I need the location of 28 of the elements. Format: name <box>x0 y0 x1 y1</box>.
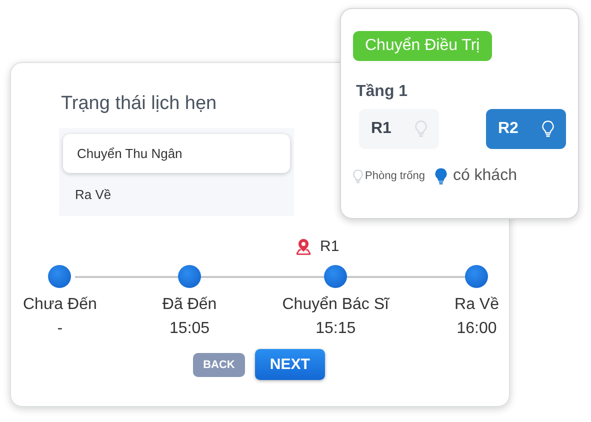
status-option[interactable]: Ra Về <box>63 183 290 206</box>
step-time: 15:05 <box>170 319 210 339</box>
location-label: R1 <box>320 238 340 255</box>
step-time: 16:00 <box>456 319 497 339</box>
light-bulb-icon <box>415 120 427 138</box>
step-label: Chuyển Bác Sĩ <box>282 295 389 315</box>
step-label: Ra Về <box>454 295 499 315</box>
floor-label: Tầng 1 <box>356 83 409 101</box>
room-name: R2 <box>498 120 518 138</box>
step-label: Chưa Đến <box>23 295 97 315</box>
step-time: 15:15 <box>316 319 356 339</box>
next-button[interactable]: NEXT <box>254 349 325 380</box>
step-dot <box>324 265 348 288</box>
step-dot <box>178 265 202 288</box>
status-tag: Chuyển Điều Trị <box>353 31 492 61</box>
step-time: - <box>57 319 63 339</box>
card-title: Trạng thái lịch hẹn <box>61 93 218 115</box>
legend-label: Phòng trống <box>365 170 425 182</box>
room-tile[interactable]: R1 <box>359 109 439 149</box>
step-label: Đã Đến <box>162 295 217 315</box>
status-option[interactable]: Chuyển Thu Ngân <box>63 134 290 173</box>
location-pin-icon <box>295 238 312 255</box>
room-tile[interactable]: R2 <box>486 109 566 149</box>
step-dot <box>48 265 72 288</box>
room-name: R1 <box>371 120 392 138</box>
light-bulb-icon <box>542 120 554 138</box>
step-dot <box>465 265 488 288</box>
legend-label: có khách <box>452 167 517 185</box>
